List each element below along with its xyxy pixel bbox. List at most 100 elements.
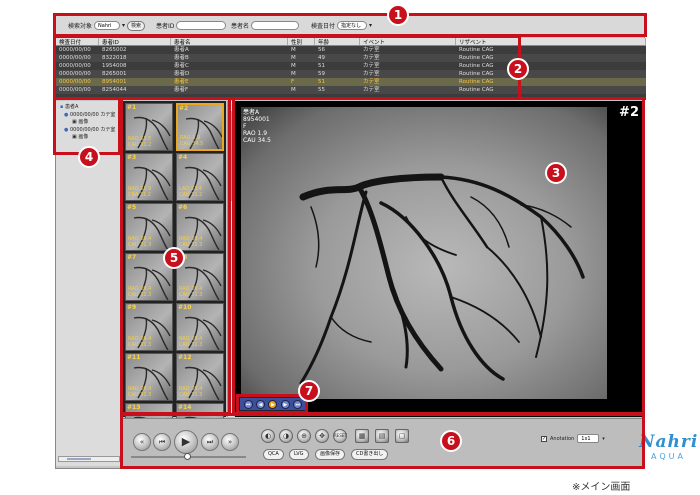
rewind-icon: « (139, 438, 145, 446)
measure-button[interactable]: ▦ (355, 429, 369, 443)
thumbnail-angle-2: CAU 31.3 (128, 392, 152, 398)
chevron-down-icon[interactable]: ▾ (122, 22, 125, 29)
image-icon: ▣ (72, 134, 77, 140)
tree-image[interactable]: ▣ 画像 (72, 133, 88, 140)
window-button[interactable]: ▢ (395, 429, 409, 443)
rewind-button[interactable]: « (133, 433, 151, 451)
step-forward-icon: ⏭ (206, 438, 214, 446)
slider-knob[interactable] (184, 453, 191, 460)
zoom-select[interactable]: 1x1 (577, 434, 600, 443)
tree-image[interactable]: ▣ 画像 (72, 118, 88, 125)
column-header[interactable]: 年齢 (315, 38, 360, 45)
table-cell: Routine CAG (459, 79, 494, 85)
thumbnail[interactable]: #1 RAO 33.5 CAU 31.2 (125, 103, 173, 151)
next-icon[interactable]: ▶ (280, 399, 290, 409)
thumbnail-label: #11 (127, 354, 141, 361)
scrollbar-thumb[interactable] (229, 111, 233, 201)
thumbnail-angles: RAO 39.4 CAU 31.3 (128, 336, 151, 348)
column-header[interactable]: リザベント (456, 38, 646, 45)
table-row[interactable]: 0000/00/00 8265001 患者D M 59 カテ室 Routine CAG (56, 70, 646, 78)
thumbnail[interactable]: #6 RAO 39.4 CAU 31.3 (176, 203, 224, 251)
thumbnail[interactable]: #3 RAO 31.9 CRA 31.2 (125, 153, 173, 201)
cd-export-button[interactable]: CD書き出し (351, 449, 389, 460)
playback-slider[interactable] (131, 453, 246, 460)
callout-badge-2: 2 (507, 58, 529, 80)
previous-icon[interactable]: ◀ (256, 399, 266, 409)
contrast-button[interactable]: ◐ (261, 429, 275, 443)
table-row[interactable]: 0000/00/00 8322018 患者B M 49 カテ室 Routine CAG (56, 54, 646, 62)
thumbnail[interactable]: #10 RAO 39.4 CAU 31.3 (176, 303, 224, 351)
table-row[interactable]: 0000/00/00 8265002 患者A M 56 カテ室 Routine CAG (56, 46, 646, 54)
overlay-angle-2: CAU 34.5 (243, 137, 271, 144)
search-target-label: 検索対象 (68, 23, 93, 30)
thumbnail[interactable]: #9 RAO 39.4 CAU 31.3 (125, 303, 173, 351)
annotation-checkbox[interactable]: ✓ (541, 435, 547, 442)
patient-id-label: 患者ID (156, 23, 175, 30)
column-header[interactable]: 性別 (288, 38, 315, 45)
table-row[interactable]: 0000/00/00 8254044 患者F M 55 カテ室 Routine CAG (56, 86, 646, 94)
zoom-button[interactable]: ⊕ (297, 429, 311, 443)
overlay-patient-name: 患者A (243, 109, 260, 116)
search-target-select[interactable]: Nahri (94, 21, 121, 30)
column-header[interactable]: 患者名 (171, 38, 288, 45)
patient-name-input[interactable] (251, 21, 300, 30)
thumbnail[interactable]: #12 RAO 39.4 CAU 31.3 (176, 353, 224, 401)
table-cell: カテ室 (363, 87, 380, 93)
invert-button[interactable]: ◑ (279, 429, 293, 443)
overlay-sex: F (243, 123, 247, 130)
main-viewer[interactable]: 患者A 8954001 F RAO 1.9 CAU 34.5 #2 (235, 101, 645, 417)
thumbnail-scrollbar[interactable] (227, 101, 234, 417)
first-frame-icon[interactable]: ⏮ (243, 399, 253, 409)
column-header[interactable]: イベント (360, 38, 456, 45)
thumbnail-label: #13 (127, 404, 141, 411)
search-button[interactable]: 検索 (127, 20, 146, 31)
scrollbar-thumb[interactable] (67, 458, 91, 460)
save-image-button[interactable]: 画像保存 (315, 449, 346, 460)
tree-study[interactable]: ● 0000/00/00 カテ室 (64, 126, 115, 133)
layout-button[interactable]: ▤ (375, 429, 389, 443)
thumbnail-label: #1 (127, 104, 137, 111)
table-cell: 8265001 (102, 71, 127, 77)
table-cell: 8265002 (102, 47, 127, 53)
table-cell: 患者E (174, 79, 189, 85)
step-back-button[interactable]: ⏮ (153, 433, 171, 451)
table-cell: M (291, 63, 296, 69)
thumbnail-label: #7 (127, 254, 137, 261)
tree-study[interactable]: ● 0000/00/00 カテ室 (64, 111, 115, 118)
patient-id-input[interactable] (176, 21, 227, 30)
pan-button[interactable]: ✥ (315, 429, 329, 443)
thumbnail[interactable]: #11 RAO 39.4 CAU 31.3 (125, 353, 173, 401)
table-cell: 0000/00/00 (59, 63, 91, 69)
play-icon: ▶ (181, 435, 191, 448)
logo-text: Nahri (639, 432, 699, 452)
thumbnail-angles: RAO 39.4 CAU 31.3 (179, 386, 202, 398)
thumbnail[interactable]: #5 RAO 39.4 CAU 31.3 (125, 203, 173, 251)
fast-forward-button[interactable]: » (221, 433, 239, 451)
table-cell: カテ室 (363, 47, 380, 53)
step-forward-button[interactable]: ⏭ (201, 433, 219, 451)
column-header[interactable]: 患者ID (99, 38, 171, 45)
table-cell: 51 (318, 63, 325, 69)
thumbnail[interactable]: #2 RAO 1.9 CAU 34.5 (176, 103, 224, 151)
play-icon[interactable]: ▶ (268, 399, 278, 409)
table-cell: F (291, 79, 295, 85)
angiogram-image[interactable]: 患者A 8954001 F RAO 1.9 CAU 34.5 (241, 107, 607, 399)
play-button[interactable]: ▶ (174, 430, 198, 454)
chevron-down-icon[interactable]: ▾ (602, 436, 605, 442)
table-row[interactable]: 0000/00/00 8954001 患者E F 51 カテ室 Routine CAG (56, 78, 646, 86)
chevron-down-icon[interactable]: ▾ (369, 22, 372, 29)
column-header[interactable]: 検査日付 (56, 38, 99, 45)
table-row[interactable]: 0000/00/00 1954008 患者C M 51 カテ室 Routine CAG (56, 62, 646, 70)
list-header: 検査日付 患者ID 患者名 性別 年齢 イベント リザベント (56, 38, 646, 46)
thumbnail[interactable]: #4 LAO 33.4 CAU 31.2 (176, 153, 224, 201)
exam-date-select[interactable]: 指定なし (337, 21, 368, 30)
table-cell: 8954001 (102, 79, 127, 85)
qca-button[interactable]: QCA (263, 449, 284, 460)
reset-button[interactable]: RESET (333, 429, 347, 443)
last-frame-icon[interactable]: ⏭ (293, 399, 303, 409)
callout-badge-3: 3 (545, 162, 567, 184)
table-cell: Routine CAG (459, 71, 494, 77)
tree-patient[interactable]: ▪ 患者A (60, 103, 78, 110)
lvg-button[interactable]: LVG (289, 449, 309, 460)
horizontal-scrollbar[interactable] (58, 456, 120, 462)
